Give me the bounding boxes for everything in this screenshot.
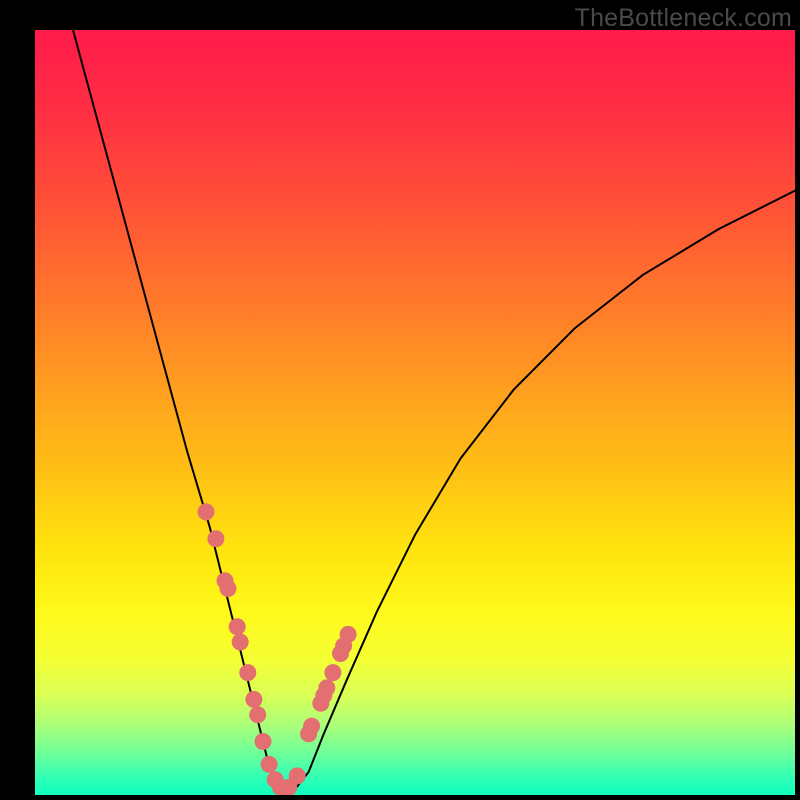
scatter-point <box>324 664 341 681</box>
scatter-point <box>229 618 246 635</box>
scatter-point <box>220 580 237 597</box>
scatter-point <box>198 503 215 520</box>
watermark-text: TheBottleneck.com <box>575 4 792 33</box>
scatter-point <box>245 691 262 708</box>
plot-area <box>35 30 795 795</box>
scatter-point <box>261 756 278 773</box>
scatter-point <box>318 679 335 696</box>
scatter-point <box>232 634 249 651</box>
scatter-point <box>255 733 272 750</box>
scatter-markers <box>198 503 357 795</box>
scatter-point <box>249 706 266 723</box>
scatter-point <box>239 664 256 681</box>
chart-overlay <box>35 30 795 795</box>
scatter-point <box>207 530 224 547</box>
scatter-point <box>289 767 306 784</box>
scatter-point <box>303 718 320 735</box>
curve-line <box>73 30 795 795</box>
chart-frame: TheBottleneck.com <box>0 0 800 800</box>
scatter-point <box>340 626 357 643</box>
